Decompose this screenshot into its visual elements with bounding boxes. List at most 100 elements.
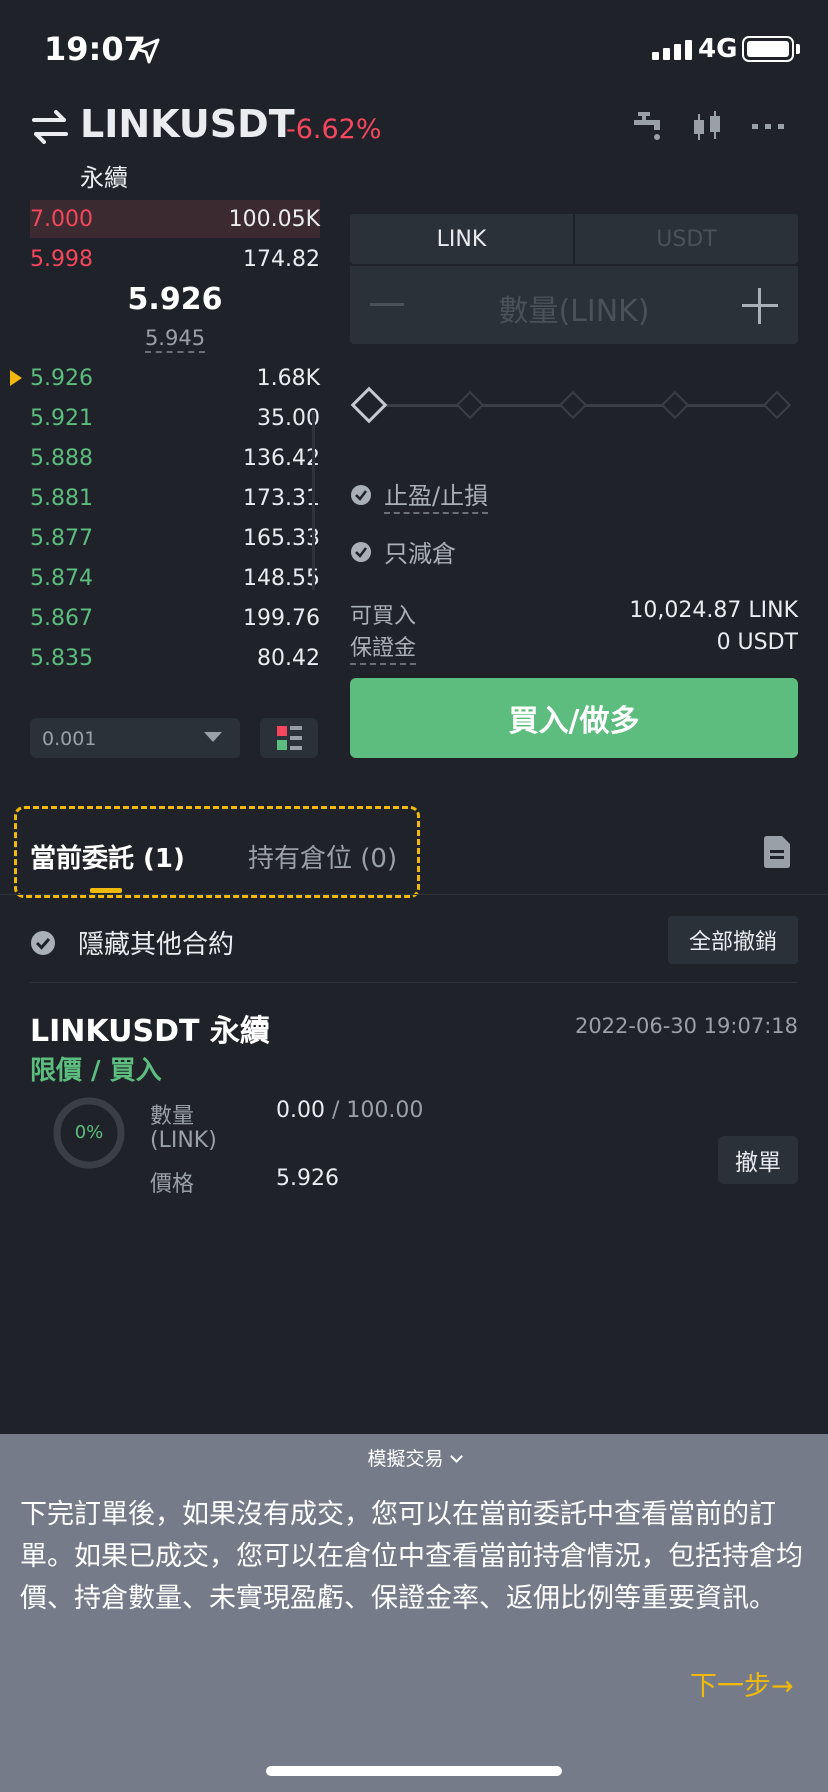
cancel-order-button[interactable]: 撤單 [718,1136,798,1184]
qty-value: 0.00 / 100.00 [276,1098,423,1123]
margin-label: 保證金 [350,630,417,665]
location-arrow-icon [134,38,160,64]
ask-price: 5.998 [30,246,93,272]
status-time: 19:07 [44,30,146,68]
candlestick-icon[interactable] [690,110,726,142]
swap-icon[interactable] [32,110,68,144]
fill-progress-label: 0% [74,1122,104,1143]
check-circle-icon [31,930,55,955]
ask-qty: 174.82 [243,246,320,272]
battery-icon [742,36,794,62]
network-type: 4G [698,34,738,64]
hide-other-contracts[interactable]: 隱藏其他合約 [30,924,234,961]
home-indicator[interactable] [266,1766,562,1776]
tab-positions[interactable]: 持有倉位 (0) [248,838,397,875]
precision-value: 0.001 [42,728,97,750]
chevron-down-icon [449,1450,463,1463]
slider-stop[interactable] [558,390,588,420]
qty-label: 數量 [150,1104,195,1129]
buy-long-button[interactable]: 買入/做多 [350,678,798,758]
bid-row[interactable]: 5.874 148.55 [30,558,320,598]
reduce-only-label: 只減倉 [384,540,456,568]
price-change: -6.62% [286,114,382,145]
bid-row[interactable]: 5.921 35.00 [30,398,320,438]
filled-qty: 0.00 [276,1098,325,1123]
tabs-divider [0,894,828,895]
bid-row[interactable]: 5.881 173.31 [30,478,320,518]
unit-tab-usdt[interactable]: USDT [573,214,798,264]
available-label: 可買入 [350,604,417,629]
ask-qty: 100.05K [228,206,320,232]
order-time: 2022-06-30 19:07:18 [574,1014,798,1038]
price-value: 5.926 [276,1166,339,1191]
bid-qty: 35.00 [257,405,320,431]
symbol-title[interactable]: LINKUSDT [80,102,295,146]
bid-qty: 136.42 [243,445,320,471]
bid-price: 5.881 [30,485,93,511]
tutorial-text: 下完訂單後，如果沒有成交，您可以在當前委託中查看當前的訂單。如果已成交，您可以在… [20,1499,803,1614]
bid-price: 5.877 [30,525,93,551]
tutorial-title: 模擬交易 [367,1448,444,1470]
slider-stop[interactable] [455,390,485,420]
more-icon[interactable] [750,110,786,142]
bid-price: 5.926 [30,365,93,391]
bid-row[interactable]: 5.877 165.33 [30,518,320,558]
bid-qty: 1.68K [256,365,320,391]
bid-row[interactable]: 5.926 1.68K [30,358,320,398]
bid-price: 5.874 [30,565,93,591]
tp-sl-option[interactable]: 止盈/止損 [350,476,489,514]
total-qty: / 100.00 [324,1098,424,1123]
slider-stop[interactable] [762,390,792,420]
available-row: 可買入 10,024.87 LINK [350,598,798,630]
bid-row[interactable]: 5.888 136.42 [30,438,320,478]
mark-price: 5.945 [30,326,320,353]
qty-unit-label: (LINK) [150,1128,217,1153]
reduce-only-option[interactable]: 只減倉 [350,534,456,569]
bid-price: 5.835 [30,645,93,671]
margin-row: 保證金 0 USDT [350,630,798,665]
tab-current-orders[interactable]: 當前委託 (1) [30,838,185,875]
price-label: 價格 [150,1172,195,1197]
bid-row[interactable]: 5.835 80.42 [30,638,320,678]
bid-price: 5.888 [30,445,93,471]
mark-price-value: 5.945 [144,326,206,353]
ask-row[interactable]: 5.998 174.82 [30,239,320,279]
unit-tab-link[interactable]: LINK [350,214,573,264]
battery-cap [796,44,800,54]
last-price[interactable]: 5.926 [30,282,320,317]
ask-row[interactable]: 7.000 100.05K [30,199,320,239]
orderbook-layout-icon[interactable] [260,718,318,758]
orderbook-scrollbar[interactable] [312,410,315,590]
cancel-all-button[interactable]: 全部撤銷 [668,916,798,964]
slider-handle[interactable] [350,386,388,424]
contract-type: 永續 [80,164,128,192]
hide-other-label: 隱藏其他合約 [78,930,235,960]
bid-price: 5.921 [30,405,93,431]
check-circle-icon [351,485,371,505]
tab-active-indicator [90,888,122,893]
bid-qty: 173.31 [243,485,320,511]
order-type: 限價 / 買入 [30,1056,162,1086]
tutorial-header[interactable]: 模擬交易 [0,1444,828,1471]
check-circle-icon [351,541,371,562]
tp-sl-label: 止盈/止損 [384,476,489,514]
margin-value: 0 USDT [716,630,798,655]
slider-stop[interactable] [660,390,690,420]
quantity-placeholder: 數量(LINK) [498,294,650,329]
chevron-down-icon [204,732,222,742]
signal-icon [652,40,692,60]
available-value: 10,024.87 LINK [629,598,798,623]
bid-qty: 199.76 [243,605,320,631]
bid-qty: 165.33 [243,525,320,551]
plus-icon[interactable] [742,288,778,324]
faucet-icon[interactable] [632,110,668,142]
bid-qty: 148.55 [243,565,320,591]
bid-row[interactable]: 5.867 199.76 [30,598,320,638]
bid-price: 5.867 [30,605,93,631]
unit-tabs: LINK USDT [350,214,798,264]
document-icon[interactable] [764,836,790,868]
filter-divider [30,982,798,983]
current-price-marker-icon [10,370,22,386]
bid-qty: 80.42 [257,645,320,671]
next-step-button[interactable]: 下一步→ [690,1664,794,1703]
